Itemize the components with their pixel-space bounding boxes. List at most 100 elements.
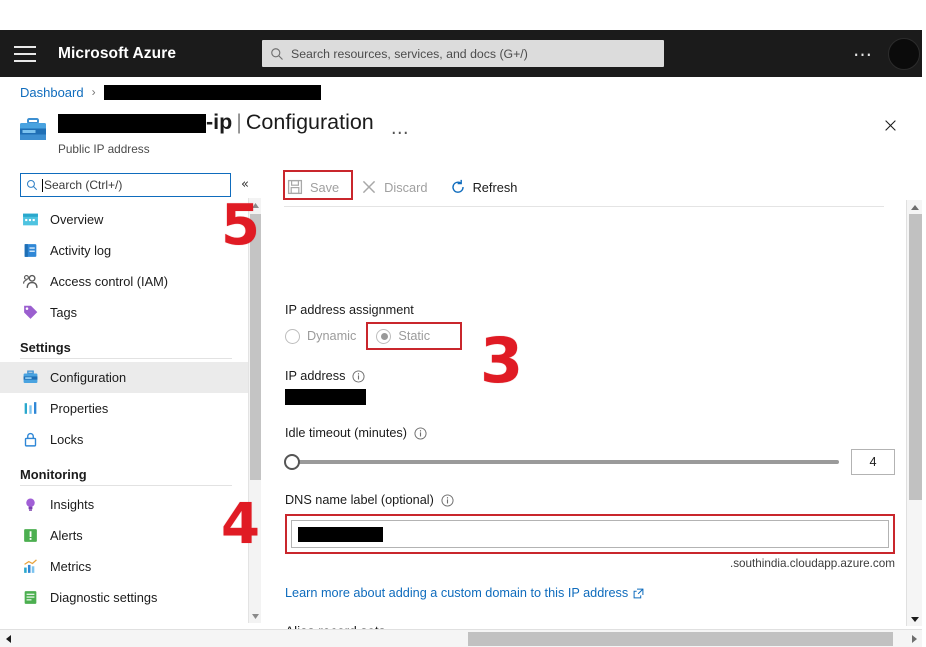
radio-dot xyxy=(285,328,300,344)
refresh-label: Refresh xyxy=(472,179,518,195)
close-icon xyxy=(884,119,896,131)
breadcrumb-dashboard-link[interactable]: Dashboard xyxy=(20,85,84,100)
sidebar-item-label: Properties xyxy=(50,401,109,416)
discard-button[interactable]: Discard xyxy=(352,174,436,200)
page-horizontal-scrollbar[interactable] xyxy=(0,629,926,647)
scroll-down-icon[interactable] xyxy=(907,612,923,626)
sidebar-item-alerts[interactable]: Alerts xyxy=(0,520,248,551)
ip-assignment-label-text: IP address assignment xyxy=(285,303,414,317)
ip-address-label-text: IP address xyxy=(285,369,346,383)
page-title-separator: | xyxy=(236,110,242,134)
custom-domain-link-text: Learn more about adding a custom domain … xyxy=(285,586,629,600)
sidebar-item-label: Diagnostic settings xyxy=(50,590,158,605)
discard-icon xyxy=(363,180,376,194)
sidebar-item-activity-log[interactable]: Activity log xyxy=(0,235,248,266)
info-icon[interactable] xyxy=(414,426,427,440)
idle-timeout-value-input[interactable]: 4 xyxy=(851,449,895,475)
sidebar-scroll-up-icon[interactable] xyxy=(249,198,262,212)
idle-timeout-slider[interactable] xyxy=(284,454,840,470)
radio-static[interactable]: Static xyxy=(376,328,431,344)
page-subtitle: Public IP address xyxy=(58,142,150,156)
page-title-section: Configuration xyxy=(245,110,374,134)
sidebar-item-label: Configuration xyxy=(50,370,127,385)
radio-dynamic-label: Dynamic xyxy=(307,329,357,343)
metrics-icon xyxy=(24,559,37,573)
toolbar-divider xyxy=(284,206,884,207)
ip-address-label: IP address xyxy=(285,369,895,383)
breadcrumb-resource-redacted[interactable] xyxy=(103,84,321,100)
insights-icon xyxy=(26,498,35,511)
lock-icon xyxy=(24,432,37,447)
page-title-redacted xyxy=(58,113,206,133)
window-right-edge xyxy=(922,0,926,647)
sidebar-item-label: Tags xyxy=(50,305,78,320)
hamburger-menu-icon[interactable] xyxy=(14,45,36,62)
idle-timeout-row: 4 xyxy=(284,449,895,475)
global-search-placeholder: Search resources, services, and docs (G+… xyxy=(291,46,528,61)
sidebar-item-label: Alerts xyxy=(50,528,83,543)
ip-assignment-radio-group: Dynamic Static xyxy=(285,322,895,350)
sidebar-search-input[interactable]: Search (Ctrl+/) xyxy=(20,173,231,197)
close-blade-button[interactable] xyxy=(879,114,901,136)
vertical-scroll-thumb[interactable] xyxy=(909,214,922,500)
ip-assignment-label: IP address assignment xyxy=(285,303,895,317)
info-icon[interactable] xyxy=(352,369,365,383)
search-icon xyxy=(271,47,283,60)
configuration-form: IP address assignment Dynamic Static IP … xyxy=(284,303,895,647)
sidebar-item-properties[interactable]: Properties xyxy=(0,393,248,424)
custom-domain-learn-more-link[interactable]: Learn more about adding a custom domain … xyxy=(285,586,644,600)
sidebar-item-overview[interactable]: Overview xyxy=(0,204,248,235)
sidebar-item-locks[interactable]: Locks xyxy=(0,424,248,455)
sidebar-scroll-thumb[interactable] xyxy=(250,214,261,480)
sidebar-item-access-control[interactable]: Access control (IAM) xyxy=(0,266,248,297)
dns-name-label: DNS name label (optional) xyxy=(285,493,895,507)
sidebar-item-label: Access control (IAM) xyxy=(50,274,169,289)
configuration-icon xyxy=(23,370,38,384)
sidebar-nav: Overview Activity log Access control (IA… xyxy=(0,204,248,613)
sidebar-item-insights[interactable]: Insights xyxy=(0,489,248,520)
radio-dynamic[interactable]: Dynamic xyxy=(285,328,357,344)
global-search-input[interactable]: Search resources, services, and docs (G+… xyxy=(262,40,664,67)
scroll-right-icon[interactable] xyxy=(906,630,922,647)
scroll-up-icon[interactable] xyxy=(907,200,923,214)
dns-suffix-label: .southindia.cloudapp.azure.com xyxy=(729,557,895,570)
ip-address-value-redacted xyxy=(285,389,366,405)
azure-brand-label[interactable]: Microsoft Azure xyxy=(58,45,176,63)
idle-timeout-label: Idle timeout (minutes) xyxy=(285,426,895,440)
slider-thumb[interactable] xyxy=(284,454,300,470)
refresh-icon xyxy=(451,179,464,193)
sidebar-item-configuration[interactable]: Configuration xyxy=(0,362,248,393)
scroll-left-icon[interactable] xyxy=(0,630,16,647)
properties-icon xyxy=(24,402,37,414)
save-annotation-box xyxy=(283,170,353,200)
page-more-icon[interactable]: … xyxy=(391,119,411,137)
sidebar-item-label: Insights xyxy=(50,497,95,512)
topbar-more-icon[interactable]: … xyxy=(853,41,874,60)
dns-name-input[interactable] xyxy=(291,520,889,548)
radio-static-label: Static xyxy=(398,329,431,343)
info-icon[interactable] xyxy=(441,493,454,507)
text-caret xyxy=(42,178,43,192)
configuration-panel: Save Discard Refresh IP address assignme… xyxy=(262,168,896,639)
sidebar-group-settings: Settings xyxy=(20,340,71,355)
sidebar-scroll-down-icon[interactable] xyxy=(249,609,262,623)
briefcase-icon xyxy=(20,118,46,140)
horizontal-scroll-thumb[interactable] xyxy=(468,632,893,646)
radio-dot xyxy=(376,328,392,344)
collapse-sidebar-icon[interactable]: « xyxy=(241,177,248,192)
breadcrumb-separator: › xyxy=(91,85,96,99)
refresh-button[interactable]: Refresh xyxy=(441,174,527,200)
sidebar-item-metrics[interactable]: Metrics xyxy=(0,551,248,582)
sidebar-item-tags[interactable]: Tags xyxy=(0,297,248,328)
content-vertical-scrollbar[interactable] xyxy=(906,200,922,626)
breadcrumb: Dashboard › xyxy=(20,82,321,102)
dns-name-label-text: DNS name label (optional) xyxy=(285,493,434,507)
user-avatar[interactable] xyxy=(888,38,920,70)
sidebar-item-diagnostic-settings[interactable]: Diagnostic settings xyxy=(0,582,248,613)
sidebar-scrollbar[interactable] xyxy=(248,198,261,623)
static-highlight-box: Static xyxy=(366,322,463,350)
sidebar-divider xyxy=(20,358,232,359)
idle-timeout-label-text: Idle timeout (minutes) xyxy=(285,426,407,440)
sidebar-item-label: Activity log xyxy=(50,243,112,258)
page-title-suffix: -ip xyxy=(206,110,233,134)
